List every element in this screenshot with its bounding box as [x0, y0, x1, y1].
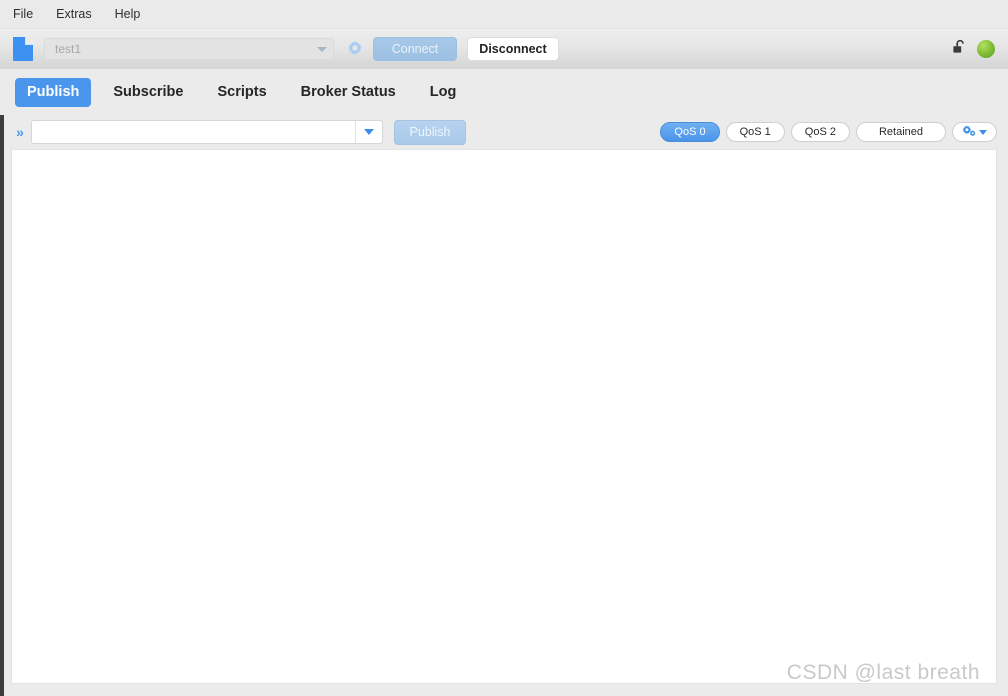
qos-option-group: QoS 0 QoS 1 QoS 2 Retained [660, 122, 997, 142]
menu-item-help[interactable]: Help [115, 3, 152, 25]
connection-profile-value: test1 [55, 42, 82, 56]
topic-dropdown-button[interactable] [355, 121, 382, 143]
connection-toolbar: test1 Connect Disconnect [0, 28, 1008, 69]
cogs-icon [962, 124, 976, 140]
unlocked-padlock-icon[interactable] [951, 38, 969, 61]
menu-item-file[interactable]: File [13, 3, 44, 25]
gear-icon[interactable] [345, 40, 364, 59]
topic-combo[interactable] [31, 120, 383, 144]
document-icon[interactable] [13, 37, 33, 61]
chevron-down-icon[interactable] [317, 46, 327, 52]
qos-0-button[interactable]: QoS 0 [660, 122, 720, 142]
toolbar-status-group [951, 38, 995, 61]
tab-subscribe[interactable]: Subscribe [101, 78, 195, 107]
watermark-text: CSDN @last breath [786, 661, 980, 684]
tab-scripts[interactable]: Scripts [205, 78, 278, 107]
mqttfx-window: File Extras Help test1 Connect Disconnec… [0, 0, 1008, 696]
document-icon-fold [25, 37, 33, 45]
status-indicator-green [977, 40, 995, 58]
disconnect-button[interactable]: Disconnect [467, 37, 559, 61]
publish-options-button[interactable] [952, 122, 997, 142]
qos-2-button[interactable]: QoS 2 [790, 122, 850, 142]
topic-input[interactable] [32, 121, 355, 143]
publish-content-area: CSDN @last breath [0, 115, 1008, 696]
left-edge-rail [0, 115, 4, 696]
payload-editor-panel[interactable]: CSDN @last breath [11, 149, 997, 684]
publish-button[interactable]: Publish [394, 119, 466, 145]
chevron-down-icon [364, 129, 374, 135]
menu-bar: File Extras Help [0, 0, 1008, 28]
retained-button[interactable]: Retained [855, 122, 946, 142]
tab-broker-status[interactable]: Broker Status [289, 78, 408, 107]
main-tab-bar: Publish Subscribe Scripts Broker Status … [0, 69, 1008, 115]
tab-log[interactable]: Log [418, 78, 469, 107]
connection-profile-select[interactable]: test1 [44, 38, 334, 60]
caret-down-icon [979, 129, 987, 135]
tab-publish[interactable]: Publish [15, 77, 92, 107]
double-chevron-right-icon[interactable]: » [9, 124, 31, 140]
menu-item-extras[interactable]: Extras [56, 3, 102, 25]
qos-1-button[interactable]: QoS 1 [725, 122, 785, 142]
publish-action-bar: » Publish QoS 0 QoS 1 QoS 2 Retained [0, 115, 1008, 149]
connect-button[interactable]: Connect [373, 37, 457, 61]
